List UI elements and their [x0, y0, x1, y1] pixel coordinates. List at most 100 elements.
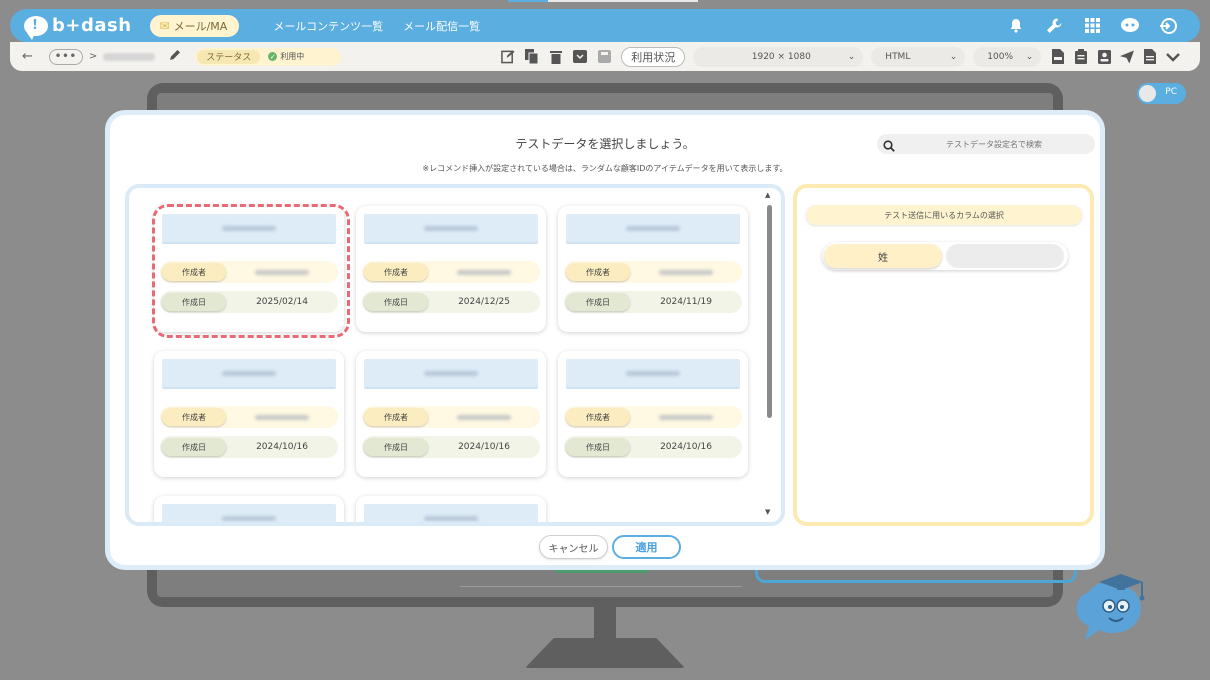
- card-date-row: 作成日 2024/10/16: [564, 436, 742, 458]
- card-title-redacted: [424, 226, 478, 231]
- author-value: [634, 261, 738, 283]
- author-value: [432, 406, 536, 428]
- test-data-card[interactable]: 作成者 作成日 2024/12/25: [356, 206, 546, 332]
- monitor-neck: [594, 607, 616, 639]
- save-icon[interactable]: [597, 50, 611, 64]
- card-title-redacted: [222, 516, 276, 521]
- column-chip-group[interactable]: 姓: [822, 242, 1068, 270]
- test-data-card[interactable]: [154, 496, 344, 522]
- format-select[interactable]: HTML ⌄: [871, 46, 966, 67]
- cancel-button[interactable]: キャンセル: [539, 535, 608, 559]
- card-date-row: 作成日 2025/02/14: [160, 291, 338, 313]
- copy-icon[interactable]: [525, 49, 539, 64]
- search-input[interactable]: [899, 134, 1089, 154]
- card-author-row: 作成者: [564, 406, 742, 428]
- card-author-row: 作成者: [160, 406, 338, 428]
- date-label: 作成日: [364, 438, 428, 456]
- bell-icon[interactable]: [1006, 16, 1026, 36]
- date-value: 2024/11/19: [660, 297, 712, 307]
- status-label: ステータス: [197, 49, 261, 64]
- resolution-select[interactable]: 1920 × 1080 ⌄: [693, 46, 864, 67]
- document-icon[interactable]: [1143, 49, 1157, 64]
- editor-toolbar: ← ••• > ステータス ✓ 利用中 利用状況 1920 × 1080 ⌄ H…: [10, 42, 1200, 71]
- back-arrow-icon[interactable]: ←: [22, 49, 33, 64]
- card-date-row: 作成日 2024/12/25: [362, 291, 540, 313]
- check-icon: ✓: [268, 52, 278, 61]
- date-label: 作成日: [566, 438, 630, 456]
- zoom-select[interactable]: 100% ⌄: [973, 46, 1042, 67]
- card-title: [162, 359, 336, 389]
- card-author-row: 作成者: [362, 261, 540, 283]
- test-data-card[interactable]: 作成者 作成日 2024/10/16: [356, 351, 546, 477]
- column-selection-panel: テスト送信に用いるカラムの選択 姓: [793, 184, 1094, 526]
- test-data-card[interactable]: [356, 496, 546, 522]
- trash-icon[interactable]: [549, 50, 563, 64]
- author-value: [432, 261, 536, 283]
- test-data-list[interactable]: 作成者 作成日 2025/02/14 作成者 作成日 2024/12/25 作成…: [125, 184, 785, 526]
- chevron-down-icon[interactable]: [1166, 50, 1181, 64]
- card-author-row: 作成者: [160, 261, 338, 283]
- date-label: 作成日: [364, 293, 428, 311]
- background-divider: [460, 586, 742, 587]
- edit-icon[interactable]: [501, 50, 515, 64]
- nav-mail-contents[interactable]: メールコンテンツ一覧: [273, 18, 383, 34]
- card-title: [566, 214, 740, 244]
- column-chip-empty[interactable]: [946, 244, 1064, 268]
- test-data-card[interactable]: 作成者 作成日 2024/10/16: [558, 351, 748, 477]
- author-redacted: [255, 414, 309, 420]
- date-label: 作成日: [162, 293, 226, 311]
- author-label: 作成者: [364, 408, 428, 426]
- card-title-redacted: [424, 516, 478, 521]
- usage-button[interactable]: 利用状況: [621, 46, 686, 67]
- breadcrumb-separator-icon: >: [88, 51, 98, 62]
- author-redacted: [255, 269, 309, 275]
- card-title: [364, 504, 538, 522]
- top-strip-secondary: [548, 0, 698, 2]
- support-chat-icon[interactable]: [1120, 16, 1140, 36]
- logo[interactable]: ! b+dash: [24, 15, 132, 40]
- search-box[interactable]: [877, 134, 1095, 154]
- mascot-brain-icon[interactable]: [1071, 566, 1157, 650]
- scroll-up-arrow-icon[interactable]: ▲: [765, 191, 770, 199]
- pc-toggle-label: PC: [1165, 87, 1177, 97]
- recommend-note: ※レコメンド挿入が設定されている場合は、ランダムな顧客IDのアイテムデータを用い…: [422, 164, 788, 173]
- breadcrumb-current[interactable]: [103, 52, 156, 61]
- card-title: [364, 214, 538, 244]
- test-data-card[interactable]: 作成者 作成日 2024/10/16: [154, 351, 344, 477]
- archive-icon[interactable]: [573, 50, 588, 64]
- wrench-icon[interactable]: [1044, 16, 1064, 36]
- pencil-icon[interactable]: [169, 49, 181, 64]
- html-file-icon[interactable]: [1051, 49, 1065, 64]
- status-group[interactable]: ステータス ✓ 利用中: [195, 47, 342, 66]
- author-value: [634, 406, 738, 428]
- search-icon: [883, 137, 895, 156]
- mode-switch[interactable]: ✉ メール/MA: [149, 14, 240, 37]
- nav-mail-delivery[interactable]: メール配信一覧: [403, 18, 480, 34]
- toggle-knob: [1139, 85, 1156, 102]
- author-value: [230, 406, 334, 428]
- card-date-row: 作成日 2024/10/16: [160, 436, 338, 458]
- grid-apps-icon[interactable]: [1082, 16, 1102, 36]
- clipboard-icon[interactable]: [1074, 49, 1088, 64]
- card-author-row: 作成者: [564, 261, 742, 283]
- date-value: 2024/10/16: [660, 442, 712, 452]
- pc-toggle[interactable]: PC: [1137, 83, 1186, 104]
- resolution-value: 1920 × 1080: [751, 51, 811, 62]
- apply-button[interactable]: 適用: [612, 535, 681, 559]
- column-chip-selected[interactable]: 姓: [824, 244, 942, 268]
- format-value: HTML: [885, 51, 911, 62]
- mode-label: メール/MA: [173, 19, 228, 33]
- more-button[interactable]: •••: [48, 48, 83, 65]
- author-label: 作成者: [162, 408, 226, 426]
- test-data-card[interactable]: 作成者 作成日 2024/11/19: [558, 206, 748, 332]
- contact-card-icon[interactable]: [1097, 49, 1111, 64]
- card-title-redacted: [222, 371, 276, 376]
- send-icon[interactable]: [1120, 49, 1135, 64]
- column-selection-header: テスト送信に用いるカラムの選択: [806, 205, 1082, 225]
- chevron-down-icon: ⌄: [949, 51, 958, 62]
- test-data-card[interactable]: 作成者 作成日 2025/02/14: [154, 206, 344, 332]
- scrollbar-thumb[interactable]: [767, 205, 772, 418]
- author-redacted: [457, 269, 511, 275]
- scroll-down-arrow-icon[interactable]: ▼: [765, 508, 770, 516]
- logout-icon[interactable]: [1158, 16, 1178, 36]
